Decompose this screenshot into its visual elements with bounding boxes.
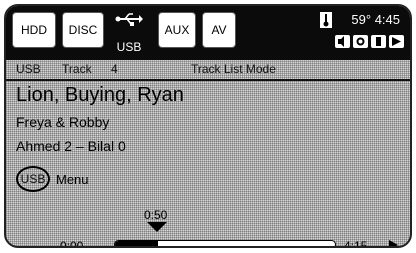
info-row: USB Track 4 Track List Mode xyxy=(16,62,276,76)
progress-bar[interactable] xyxy=(114,240,336,246)
track-number: 4 xyxy=(110,62,118,76)
usb-tab[interactable]: USB xyxy=(107,6,151,60)
temperature: 59° xyxy=(351,12,372,27)
usb-icon xyxy=(115,13,143,26)
divider xyxy=(6,79,410,81)
aux-button[interactable]: AUX xyxy=(158,12,196,48)
elapsed-time: 0:50 xyxy=(144,208,168,222)
track-label: Track xyxy=(62,62,92,76)
speaker-icon xyxy=(335,35,350,48)
clock: 4:45 xyxy=(374,12,400,27)
artist-name: Freya & Robby xyxy=(16,114,110,130)
start-time: 0:00 xyxy=(60,239,84,248)
end-time: 4:15 xyxy=(344,239,368,248)
progress-fill xyxy=(115,241,159,246)
source-bar: HDD DISC USB AUX AV 59° 4:45 xyxy=(6,6,410,60)
disc-button[interactable]: DISC xyxy=(62,12,104,48)
position-marker-icon xyxy=(147,222,167,232)
phone-icon xyxy=(371,35,386,48)
play-icon xyxy=(389,240,398,246)
hdd-button[interactable]: HDD xyxy=(12,12,56,48)
usb-menu-button[interactable]: USB xyxy=(16,166,50,192)
source-label: USB xyxy=(16,62,41,76)
track-list-mode[interactable]: Track List Mode xyxy=(191,62,276,76)
settings-icon xyxy=(353,35,368,48)
status-icons xyxy=(335,35,404,48)
album-name: Ahmed 2 – Bilal 0 xyxy=(16,138,126,154)
menu-label[interactable]: Menu xyxy=(56,172,89,187)
usb-tab-label: USB xyxy=(116,40,142,54)
status-readout: 59° 4:45 xyxy=(351,12,400,27)
av-button[interactable]: AV xyxy=(202,12,236,48)
nav-icon xyxy=(389,35,404,48)
song-title: Lion, Buying, Ryan xyxy=(16,84,184,106)
radio-screen: HDD DISC USB AUX AV 59° 4:45 USB Track 4… xyxy=(4,4,412,248)
thermometer-icon xyxy=(320,12,332,28)
